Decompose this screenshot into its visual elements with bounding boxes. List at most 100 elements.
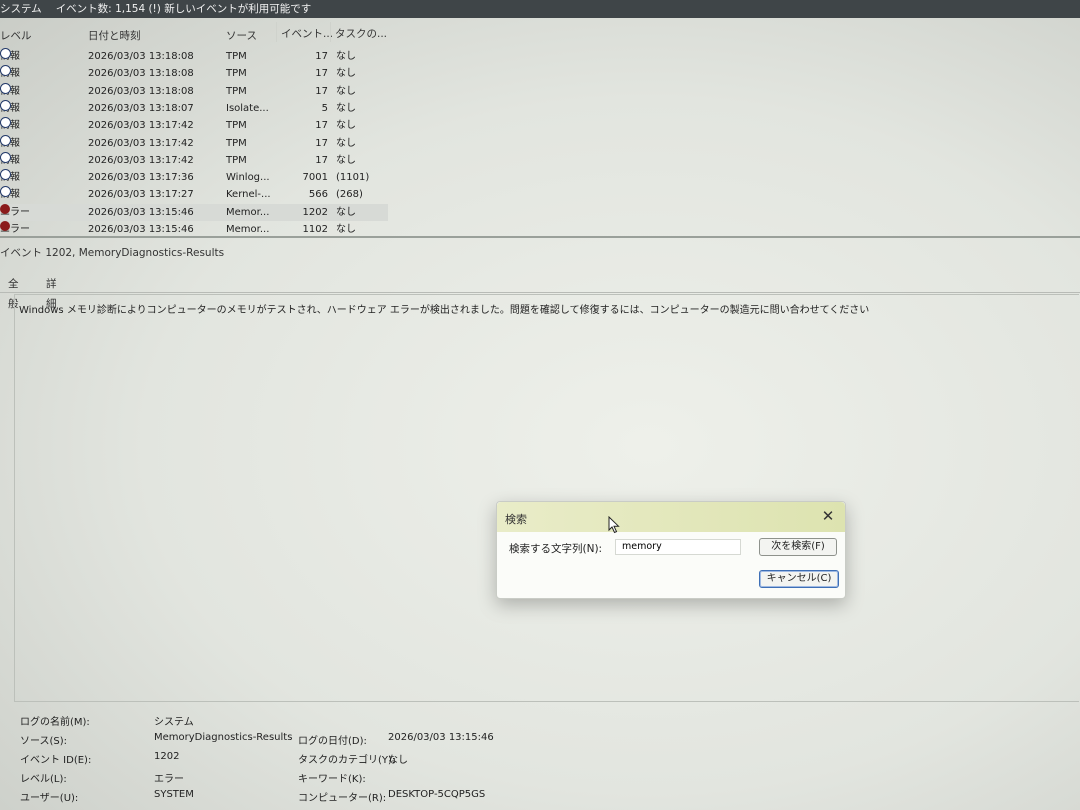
column-source[interactable]: ソース bbox=[226, 28, 257, 43]
source-cell: TPM bbox=[226, 68, 247, 80]
task-cell: なし bbox=[336, 102, 356, 114]
level-cell: 情報 bbox=[0, 65, 20, 82]
find-label: 検索する文字列(N): bbox=[509, 543, 603, 555]
level-cell: 情報 bbox=[0, 117, 20, 134]
info-icon bbox=[0, 99, 11, 111]
source-cell: TPM bbox=[226, 51, 247, 62]
event-id-cell: 17 bbox=[315, 51, 328, 62]
date-cell: 2026/03/03 13:17:42 bbox=[88, 154, 194, 166]
log-title: システム bbox=[0, 3, 42, 15]
level-cell: 情報 bbox=[0, 48, 20, 65]
find-dialog-title: 検索 bbox=[505, 513, 527, 526]
date-cell: 2026/03/03 13:18:08 bbox=[88, 51, 194, 62]
event-id-cell: 17 bbox=[315, 85, 328, 97]
pane-splitter[interactable] bbox=[0, 236, 1080, 238]
title-bar: システム イベント数: 1,154 (!) 新しいイベントが利用可能です bbox=[0, 0, 1080, 18]
log-name-value: システム bbox=[154, 717, 194, 728]
description-box[interactable]: Windows メモリ診断によりコンピューターのメモリがテストされ、ハードウェア… bbox=[14, 294, 1079, 702]
column-level[interactable]: レベル bbox=[0, 28, 32, 43]
task-cell: なし bbox=[336, 68, 356, 80]
table-row[interactable]: 情報 2026/03/03 13:17:36 Winlog... 7001 (1101) bbox=[0, 169, 388, 186]
event-id-cell: 566 bbox=[308, 189, 328, 201]
level-value: エラー bbox=[154, 774, 184, 785]
event-id-cell: 17 bbox=[315, 120, 328, 132]
info-icon bbox=[0, 134, 11, 146]
logged-label: ログの日付(D): bbox=[298, 736, 367, 747]
source-cell: TPM bbox=[226, 85, 247, 97]
date-cell: 2026/03/03 13:17:42 bbox=[88, 120, 194, 132]
level-cell: 情報 bbox=[0, 82, 20, 100]
event-id-cell: 5 bbox=[321, 102, 328, 114]
event-count: イベント数: 1,154 (!) 新しいイベントが利用可能です bbox=[55, 3, 312, 15]
find-input[interactable] bbox=[615, 539, 741, 555]
task-cell: なし bbox=[336, 137, 356, 149]
tab-general[interactable]: 全般 bbox=[8, 274, 19, 310]
table-row[interactable]: 情報 2026/03/03 13:18:07 Isolate... 5 なし bbox=[0, 99, 388, 117]
error-icon bbox=[0, 203, 10, 214]
task-cell: (1101) bbox=[336, 172, 370, 184]
tab-details[interactable]: 詳細 bbox=[46, 274, 57, 310]
log-name-label: ログの名前(M): bbox=[20, 717, 90, 728]
source-cell: TPM bbox=[226, 120, 247, 132]
mouse-cursor-icon bbox=[608, 516, 620, 534]
date-cell: 2026/03/03 13:18:08 bbox=[88, 85, 194, 97]
date-cell: 2026/03/03 13:18:08 bbox=[88, 68, 194, 80]
table-row[interactable]: 情報 2026/03/03 13:17:42 TPM 17 なし bbox=[0, 134, 388, 152]
source-cell: TPM bbox=[226, 154, 247, 166]
event-properties: ログの名前(M): システム ソース(S): MemoryDiagnostics… bbox=[0, 708, 1080, 810]
source-cell: Isolate... bbox=[226, 102, 269, 114]
table-row[interactable]: 情報 2026/03/03 13:18:08 TPM 17 なし bbox=[0, 82, 388, 100]
event-id-cell: 17 bbox=[315, 154, 328, 166]
level-cell: 情報 bbox=[0, 134, 20, 152]
event-detail-header: イベント 1202, MemoryDiagnostics-Results bbox=[0, 247, 225, 259]
event-id-label: イベント ID(E): bbox=[20, 755, 92, 766]
source-cell: TPM bbox=[226, 137, 247, 149]
table-row[interactable]: 情報 2026/03/03 13:17:42 TPM 17 なし bbox=[0, 117, 388, 134]
event-id-cell: 1202 bbox=[302, 206, 328, 218]
event-id-cell: 17 bbox=[315, 68, 328, 80]
find-dialog-titlebar[interactable]: 検索 ✕ bbox=[497, 502, 845, 532]
level-cell: エラー bbox=[0, 203, 30, 221]
level-cell: 情報 bbox=[0, 151, 20, 169]
event-list[interactable]: レベル 日付と時刻 ソース イベント... タスクの... 情報 2026/03/… bbox=[0, 22, 1080, 236]
table-row[interactable]: 情報 2026/03/03 13:17:27 Kernel-... 566 (268) bbox=[0, 186, 388, 203]
computer-label: コンピューター(R): bbox=[298, 793, 387, 804]
keywords-label: キーワード(K): bbox=[298, 774, 366, 785]
level-cell: 情報 bbox=[0, 99, 20, 117]
task-cell: なし bbox=[336, 206, 356, 218]
source-cell: Memor... bbox=[226, 206, 270, 218]
source-label: ソース(S): bbox=[20, 736, 68, 747]
computer-value: DESKTOP-5CQP5GS bbox=[388, 789, 486, 800]
table-row[interactable]: エラー 2026/03/03 13:15:46 Memor... 1202 なし bbox=[0, 203, 388, 221]
task-cell: (268) bbox=[336, 189, 363, 201]
event-id-value: 1202 bbox=[154, 751, 180, 762]
event-description: Windows メモリ診断によりコンピューターのメモリがテストされ、ハードウェア… bbox=[19, 305, 870, 316]
info-icon bbox=[0, 151, 11, 163]
column-task[interactable]: タスクの... bbox=[330, 22, 387, 42]
find-dialog: 検索 ✕ 検索する文字列(N): 次を検索(F) キャンセル(C) bbox=[496, 501, 846, 599]
task-cell: なし bbox=[336, 85, 356, 97]
date-cell: 2026/03/03 13:15:46 bbox=[88, 206, 194, 218]
date-cell: 2026/03/03 13:17:27 bbox=[88, 189, 194, 201]
table-row[interactable]: 情報 2026/03/03 13:18:08 TPM 17 なし bbox=[0, 65, 388, 82]
column-date[interactable]: 日付と時刻 bbox=[88, 28, 141, 43]
error-icon bbox=[0, 221, 10, 231]
level-cell: 情報 bbox=[0, 186, 20, 203]
table-row[interactable]: 情報 2026/03/03 13:17:42 TPM 17 なし bbox=[0, 151, 388, 169]
event-id-cell: 7001 bbox=[302, 172, 328, 184]
task-cell: なし bbox=[336, 51, 356, 62]
source-cell: Winlog... bbox=[226, 172, 270, 184]
task-category-label: タスクのカテゴリ(Y): bbox=[298, 755, 396, 766]
user-value: SYSTEM bbox=[154, 789, 194, 800]
level-cell: 情報 bbox=[0, 169, 20, 186]
date-cell: 2026/03/03 13:17:36 bbox=[88, 172, 194, 184]
cancel-button[interactable]: キャンセル(C) bbox=[759, 570, 839, 588]
column-event-id[interactable]: イベント... bbox=[276, 22, 333, 42]
event-id-cell: 17 bbox=[315, 137, 328, 149]
info-icon bbox=[0, 82, 11, 94]
user-label: ユーザー(U): bbox=[20, 793, 79, 804]
close-icon[interactable]: ✕ bbox=[819, 507, 837, 525]
table-row[interactable]: 情報 2026/03/03 13:18:08 TPM 17 なし bbox=[0, 48, 388, 65]
level-label: レベル(L): bbox=[20, 774, 67, 785]
find-next-button[interactable]: 次を検索(F) bbox=[759, 538, 837, 556]
